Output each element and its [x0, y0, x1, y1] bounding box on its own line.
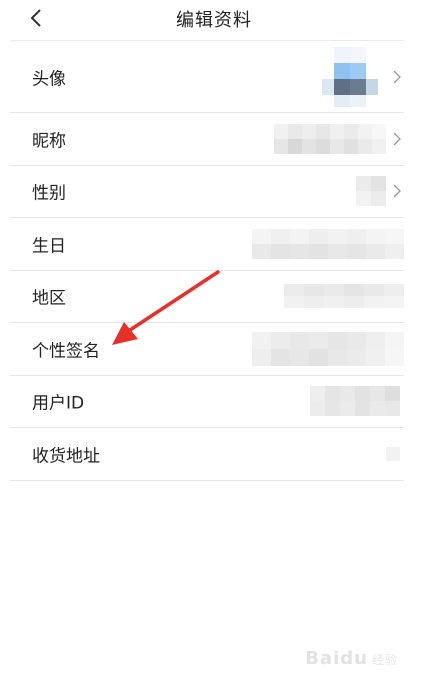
watermark-text: Baidu [305, 648, 368, 669]
row-birthday[interactable]: 生日 [10, 218, 404, 271]
region-value [284, 284, 404, 309]
chevron-right-icon [393, 132, 401, 146]
profile-field-list: 头像 昵称 性别 生日 地区 个性签名 用户ID 收货地址 [10, 41, 404, 481]
edit-profile-page: 编辑资料 头像 昵称 性别 生日 地区 个性签名 用户ID 收货地址 Baidu… [0, 0, 428, 691]
nav-bar: 编辑资料 [0, 0, 428, 40]
row-label: 头像 [32, 69, 66, 89]
gender-value [356, 176, 386, 207]
row-signature[interactable]: 个性签名 [10, 323, 404, 376]
row-label: 地区 [32, 288, 66, 309]
row-label: 用户ID [32, 393, 85, 414]
row-label: 个性签名 [32, 341, 100, 362]
watermark-subtext: 经验 [371, 653, 398, 667]
row-gender[interactable]: 性别 [10, 166, 404, 218]
row-shipping-address[interactable]: 收货地址 [10, 428, 404, 481]
birthday-value [252, 228, 404, 259]
chevron-right-icon [393, 70, 401, 83]
row-nickname[interactable]: 昵称 [10, 113, 404, 166]
row-user-id[interactable]: 用户ID [10, 376, 404, 428]
nickname-value [274, 123, 386, 154]
page-title: 编辑资料 [176, 10, 252, 31]
baidu-watermark: Baidu 经验 [305, 648, 398, 669]
row-label: 昵称 [32, 131, 66, 152]
row-avatar[interactable]: 头像 [10, 41, 404, 113]
row-label: 性别 [32, 183, 66, 204]
chevron-right-icon [393, 184, 401, 198]
row-label: 收货地址 [32, 446, 100, 467]
avatar[interactable] [322, 46, 382, 107]
signature-value [252, 331, 404, 366]
row-region[interactable]: 地区 [10, 271, 404, 323]
shipping-address-value [386, 446, 400, 461]
row-label: 生日 [32, 236, 66, 257]
user-id-value [310, 386, 400, 417]
